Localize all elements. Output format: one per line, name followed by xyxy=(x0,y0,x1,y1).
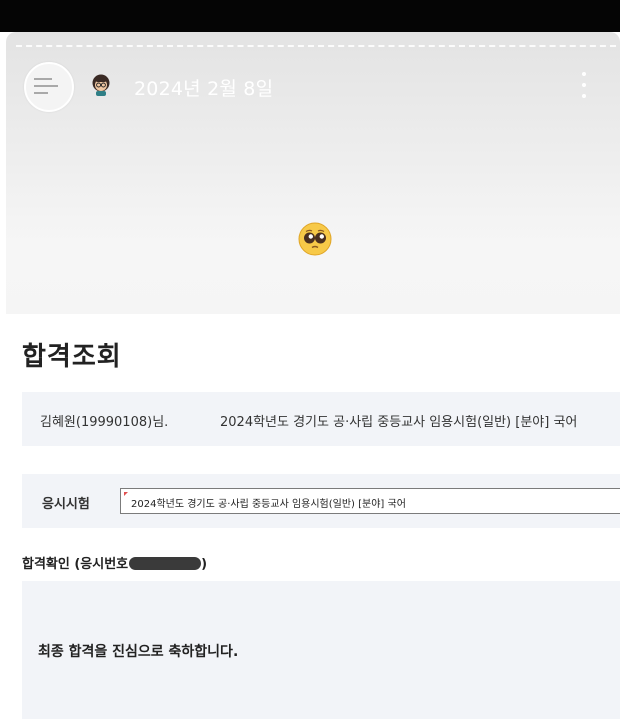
avatar-thumb-line xyxy=(34,78,52,80)
more-vertical-icon[interactable] xyxy=(580,72,588,98)
memoji-girl-icon xyxy=(92,74,110,96)
exam-select-label: 응시시험 xyxy=(42,497,90,512)
story-overlay: 2024년 2월 8일 xyxy=(6,32,620,314)
avatar-thumb-line xyxy=(34,85,58,87)
result-box: 최종 합격을 진심으로 축하합니다. xyxy=(22,581,620,719)
result-label-suffix: ) xyxy=(201,557,208,572)
pleading-face-emoji xyxy=(298,222,332,256)
exam-select-value: 2024학년도 경기도 공·사립 중등교사 임용시험(일반) [분야] 국어 xyxy=(131,499,406,510)
required-marker xyxy=(124,492,128,496)
exam-select[interactable]: 2024학년도 경기도 공·사립 중등교사 임용시험(일반) [분야] 국어 xyxy=(120,488,620,514)
avatar[interactable] xyxy=(24,62,74,112)
result-label-prefix: 합격확인 (응시번호 xyxy=(22,557,129,572)
result-section-label: 합격확인 (응시번호) xyxy=(22,553,207,572)
page-title: 합격조회 xyxy=(22,342,122,372)
applicant-info-box: 김혜원(19990108)님. 2024학년도 경기도 공·사립 중등교사 임용… xyxy=(22,392,620,446)
exam-name: 2024학년도 경기도 공·사립 중등교사 임용시험(일반) [분야] 국어 xyxy=(220,415,578,430)
story-date: 2024년 2월 8일 xyxy=(134,78,274,100)
applicant-name: 김혜원(19990108)님. xyxy=(40,415,169,430)
avatar-thumb-line xyxy=(34,92,48,94)
exam-select-row: 응시시험 2024학년도 경기도 공·사립 중등교사 임용시험(일반) [분야]… xyxy=(22,474,620,528)
result-message: 최종 합격을 진심으로 축하합니다. xyxy=(38,644,239,660)
redacted-exam-number xyxy=(129,557,202,570)
story-progress-bar xyxy=(16,45,616,47)
top-black-bar xyxy=(0,0,620,32)
